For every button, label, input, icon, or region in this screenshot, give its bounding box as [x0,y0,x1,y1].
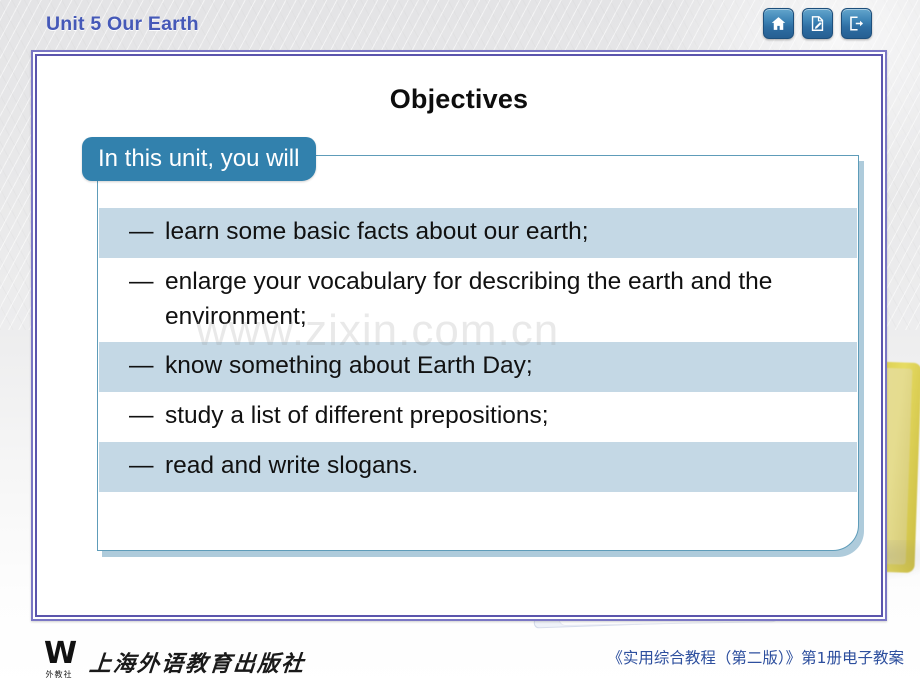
list-item-text: know something about Earth Day; [165,352,533,380]
course-label: 《实用综合教程（第二版）》第1册电子教案 [607,649,904,667]
list-item: — study a list of different prepositions… [99,392,857,442]
list-dash: — [129,267,154,295]
exit-icon [848,15,865,32]
list-dash: — [129,352,154,380]
edit-document-icon [809,15,826,32]
slide-footer: W 外教社 上海外语教育出版社 《实用综合教程（第二版）》第1册电子教案 [0,632,920,690]
unit-title: Unit 5 Our Earth [46,13,199,35]
list-item-text: study a list of different prepositions; [165,402,549,430]
slide-frame: Objectives In this unit, you will — lear… [31,50,887,621]
publisher-mark: W 外教社 [38,636,80,679]
list-dash: — [129,451,154,479]
presentation-slide: Unit 5 Our Earth Objectives In this unit… [0,0,920,690]
list-dash: — [129,402,154,430]
home-icon [770,15,787,32]
unit-intro-tab: In this unit, you will [82,137,317,181]
list-dash: — [129,218,154,245]
publisher-mark-subtext: 外教社 [45,669,73,679]
publisher-name: 上海外语教育出版社 [88,650,307,677]
page-title: Objectives [389,84,529,114]
slide-header: Unit 5 Our Earth [0,0,920,45]
home-button[interactable] [763,8,794,39]
list-item: — know something about Earth Day; [99,342,857,393]
navigation-buttons [763,8,872,39]
publisher-logo: W 外教社 上海外语教育出版社 [38,636,307,679]
list-item-text: learn some basic facts about our earth; [165,218,589,245]
list-item: — read and write slogans. [99,441,857,492]
list-item-text: enlarge your vocabulary for describing t… [165,267,773,330]
exit-button[interactable] [841,8,872,39]
notes-button[interactable] [802,8,833,39]
objectives-list: — learn some basic facts about our earth… [99,208,857,492]
list-item: — enlarge your vocabulary for describing… [99,257,857,343]
publisher-mark-letter: W [43,636,77,671]
list-item-text: read and write slogans. [165,451,419,479]
list-item: — learn some basic facts about our earth… [99,208,857,258]
